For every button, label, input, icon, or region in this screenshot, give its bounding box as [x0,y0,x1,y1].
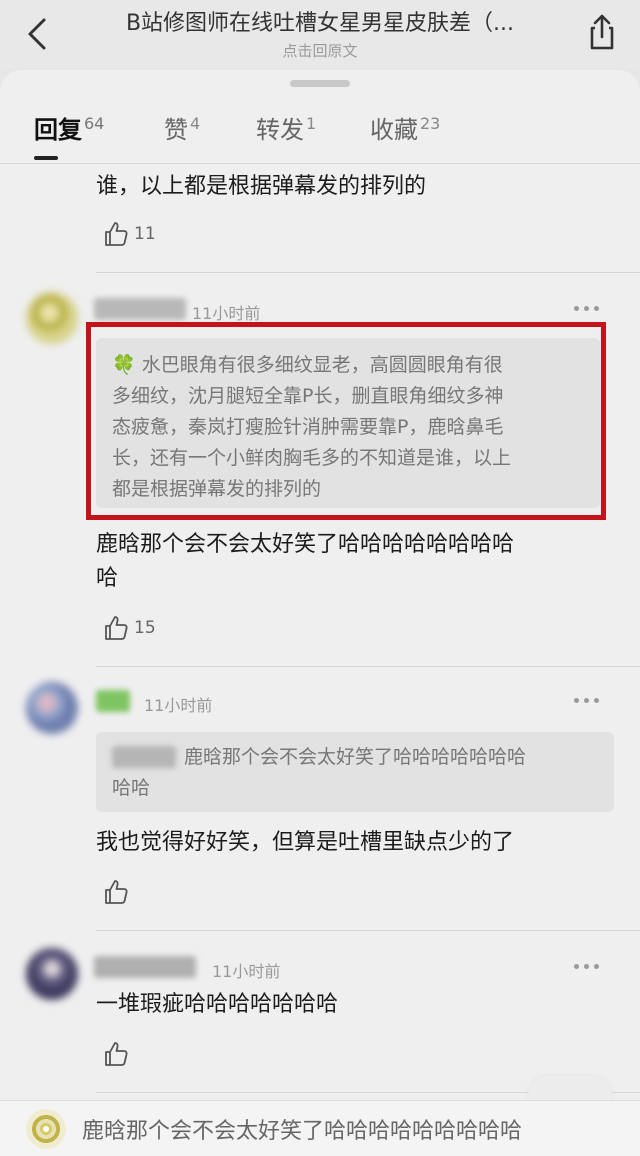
tab-favorites[interactable]: 收藏 23 [370,110,440,145]
share-icon[interactable] [584,12,620,52]
like-button[interactable]: 15 [102,614,156,642]
post-title: B站修图师在线吐槽女星男星皮肤差（... [125,11,515,36]
tab-likes[interactable]: 赞4 [164,110,200,145]
avatar[interactable] [26,682,78,734]
thumbs-up-icon [105,222,128,246]
like-count: 15 [134,618,156,638]
reply-input-bar[interactable]: 鹿晗那个会不会太好笑了哈哈哈哈哈哈哈哈哈 [0,1100,640,1156]
my-avatar [26,1109,66,1149]
tab-replies[interactable]: 回复 64 [34,110,104,145]
comment-divider [96,930,640,931]
comment-divider [96,666,640,667]
active-tab-indicator [34,156,58,160]
like-button[interactable]: 11 [102,220,156,248]
blurred-username[interactable] [96,690,130,712]
title-block[interactable]: B站修图师在线吐槽女星男星皮肤差（... 点击回原文 [80,8,560,62]
comment-text: 哈 [96,566,119,591]
more-options-icon[interactable] [574,698,604,708]
blurred-username[interactable] [94,956,196,978]
blurred-quoted-username [112,746,176,768]
comment-text: 谁，以上都是根据弹幕发的排列的 [96,174,427,199]
tab-bar: 回复 64 赞4 转发 1 收藏 23 [0,106,640,164]
comments-sheet: 回复 64 赞4 转发 1 收藏 23 谁，以上都是根据弹幕发的排列的 11 11小时… [0,70,640,1100]
thumbs-up-icon [105,1042,128,1066]
tab-count: 4 [190,114,201,133]
top-bar: B站修图师在线吐槽女星男星皮肤差（... 点击回原文 [0,0,640,68]
tab-label: 转发 [256,116,304,144]
back-arrow-icon[interactable] [22,14,58,54]
quoted-line: 哈哈 [112,777,151,799]
tab-label: 回复 [34,116,82,144]
comment-text: 我也觉得好好笑，但算是吐槽里缺点少的了 [96,830,515,855]
reply-input-text[interactable]: 鹿晗那个会不会太好笑了哈哈哈哈哈哈哈哈哈 [82,1113,522,1145]
more-options-icon[interactable] [574,964,604,974]
quoted-line: 鹿晗那个会不会太好笑了哈哈哈哈哈哈哈 [184,746,527,768]
comment-text: 鹿晗那个会不会太好笑了哈哈哈哈哈哈哈哈 [96,532,515,557]
thumbs-up-icon [105,616,128,640]
more-options-icon[interactable] [574,306,604,316]
back-to-original-link[interactable]: 点击回原文 [80,40,560,62]
comment-divider [96,272,640,273]
tab-count: 64 [84,114,105,133]
blurred-username[interactable] [94,298,186,320]
tab-label: 收藏 [370,116,418,144]
comment-time: 11小时前 [192,304,261,323]
like-button[interactable] [102,1040,134,1068]
tab-label: 赞 [164,116,188,144]
drag-handle[interactable] [290,80,350,87]
like-count: 11 [134,224,156,244]
avatar[interactable] [26,948,78,1000]
tab-reposts[interactable]: 转发 1 [256,110,316,145]
comment-time: 11小时前 [212,962,281,981]
thumbs-up-icon [105,880,128,904]
like-button[interactable] [102,878,134,906]
tab-count: 1 [306,114,317,133]
red-highlight-frame [86,322,606,520]
avatar[interactable] [26,292,78,344]
tab-count: 23 [420,114,441,133]
comment-time: 11小时前 [144,696,213,715]
comment-text: 一堆瑕疵哈哈哈哈哈哈哈 [96,992,339,1017]
